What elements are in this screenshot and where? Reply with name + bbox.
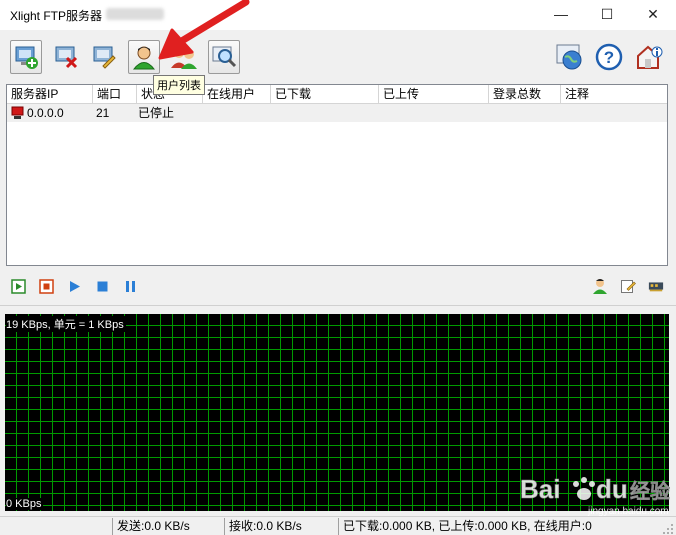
edit-note-icon (621, 280, 636, 293)
web-button[interactable] (553, 41, 585, 73)
row-server-ip: 0.0.0.0 (27, 106, 64, 120)
online-user-button[interactable] (592, 278, 608, 294)
stop-button[interactable] (38, 278, 54, 294)
window-title: Xlight FTP服务器 (10, 9, 103, 23)
server-list[interactable]: 服务器IP 端口 状态 在线用户 已下载 已上传 登录总数 注释 0.0.0.0… (6, 84, 668, 266)
delete-server-button[interactable] (50, 41, 82, 73)
home-info-icon (637, 45, 663, 69)
column-total-logins[interactable]: 登录总数 (489, 85, 561, 103)
play-button[interactable] (66, 278, 82, 294)
halt-button[interactable] (94, 278, 110, 294)
start-button[interactable] (10, 278, 26, 294)
network-card-icon (648, 282, 664, 292)
column-port[interactable]: 端口 (93, 85, 137, 103)
column-downloaded[interactable]: 已下载 (271, 85, 379, 103)
graph-scale-label: 19 KBps, 单元 = 1 KBps (6, 316, 126, 332)
table-row[interactable]: 0.0.0.0 21 已停止 (7, 104, 667, 122)
help-icon: ? (595, 43, 623, 71)
pause-button[interactable] (122, 278, 138, 294)
server-control-bar (0, 268, 676, 306)
server-stopped-icon (11, 106, 24, 119)
square-stop-icon (97, 281, 107, 291)
svg-text:?: ? (604, 48, 614, 67)
title-bar: Xlight FTP服务器 — ☐ ✕ (0, 0, 676, 30)
main-window: Xlight FTP服务器 — ☐ ✕ ? 用户列表 服务器IP 端口 在线用户… (0, 0, 676, 535)
maximize-button[interactable]: ☐ (584, 0, 630, 28)
annotation-arrow-icon (158, 0, 250, 60)
resize-grip-icon[interactable] (662, 523, 674, 535)
edit-log-button[interactable] (620, 278, 636, 294)
close-button[interactable]: ✕ (630, 0, 676, 28)
add-server-button[interactable] (10, 40, 42, 74)
help-button[interactable]: ? (593, 41, 625, 73)
stop-icon (38, 278, 54, 294)
pause-icon (125, 280, 135, 292)
traffic-graph: 19 KBps, 单元 = 1 KBps 0 KBps (5, 314, 669, 511)
user-list-tooltip: 用户列表 (153, 75, 205, 95)
about-button[interactable] (633, 41, 665, 73)
send-rate: 发送:0.0 KB/s (112, 518, 224, 535)
network-card-button[interactable] (648, 278, 664, 294)
play-icon (69, 280, 80, 292)
column-notes[interactable]: 注释 (561, 85, 667, 103)
receive-rate: 接收:0.0 KB/s (224, 518, 338, 535)
graph-min-label: 0 KBps (6, 498, 44, 510)
user-icon (593, 279, 607, 294)
transfer-summary: 已下载:0.000 KB, 已上传:0.000 KB, 在线用户:0 (338, 518, 658, 535)
column-uploaded[interactable]: 已上传 (379, 85, 489, 103)
add-server-icon (15, 46, 38, 69)
status-bar: 发送:0.0 KB/s 接收:0.0 KB/s 已下载:0.000 KB, 已上… (0, 516, 676, 535)
edit-server-button[interactable] (88, 41, 120, 73)
column-server-ip[interactable]: 服务器IP (7, 85, 93, 103)
row-port: 21 (96, 106, 110, 120)
start-icon (10, 278, 26, 294)
minimize-button[interactable]: — (538, 0, 584, 28)
column-online-users[interactable]: 在线用户 (203, 85, 271, 103)
row-status: 已停止 (138, 106, 175, 120)
edit-server-icon (93, 46, 116, 69)
delete-server-icon (55, 46, 78, 69)
globe-icon (556, 44, 582, 70)
server-list-header: 服务器IP 端口 状态 在线用户 已下载 已上传 登录总数 注释 (7, 85, 667, 104)
toolbar: ? (0, 30, 676, 84)
